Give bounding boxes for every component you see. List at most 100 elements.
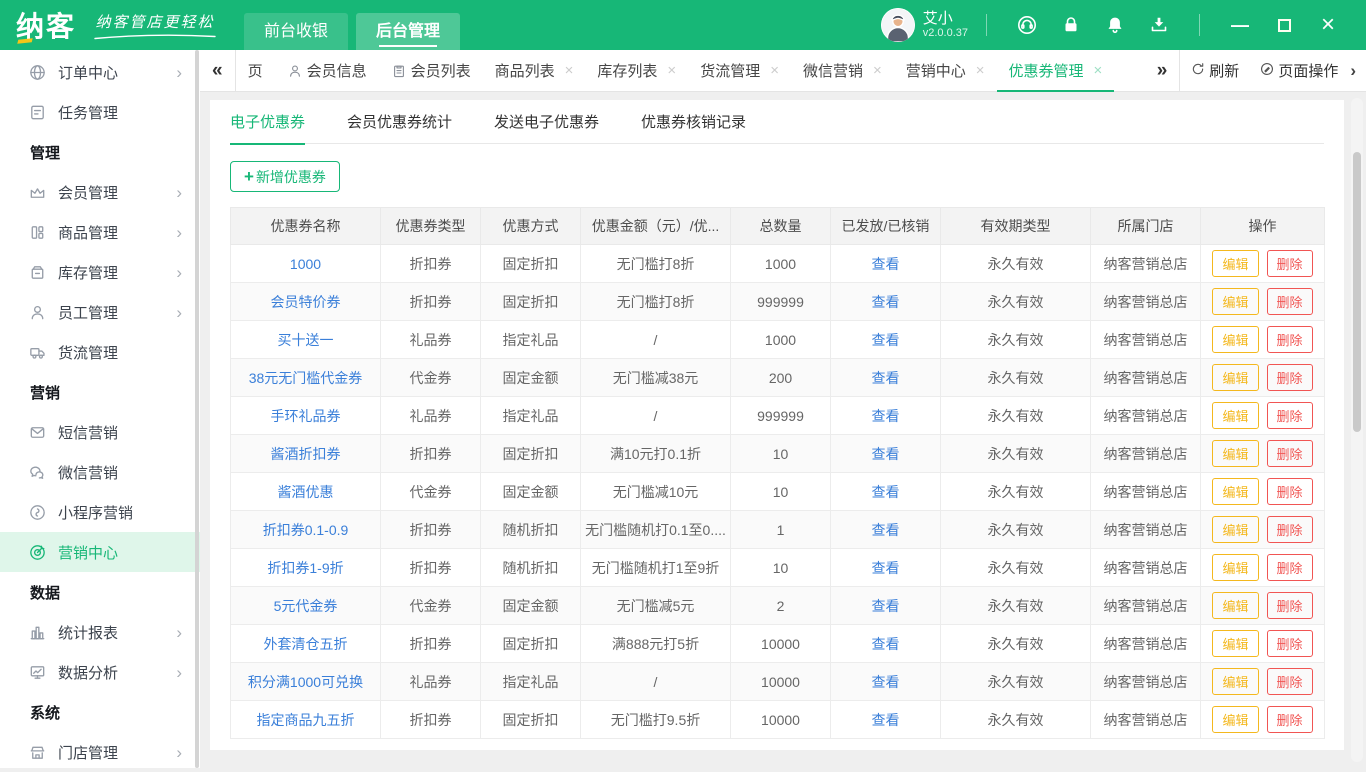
delete-button[interactable]: 删除 xyxy=(1267,250,1313,277)
sidebar-item[interactable]: 营销中心 xyxy=(0,532,200,572)
view-link[interactable]: 查看 xyxy=(872,636,900,652)
page-actions-button[interactable]: 页面操作 xyxy=(1249,60,1348,81)
coupon-name-link[interactable]: 积分满1000可兑换 xyxy=(248,674,363,690)
bell-icon[interactable] xyxy=(1104,14,1126,36)
delete-button[interactable]: 删除 xyxy=(1267,554,1313,581)
scroll-right-button[interactable]: » xyxy=(1145,60,1180,82)
delete-button[interactable]: 删除 xyxy=(1267,326,1313,353)
coupon-name-link[interactable]: 外套清仓五折 xyxy=(264,636,348,652)
sidebar-item[interactable]: 数据分析› xyxy=(0,652,200,692)
close-button[interactable]: × xyxy=(1318,15,1338,35)
scroll-left-button[interactable]: « xyxy=(200,60,235,82)
view-link[interactable]: 查看 xyxy=(872,674,900,690)
coupon-name-link[interactable]: 酱酒优惠 xyxy=(278,484,334,500)
coupon-name-link[interactable]: 指定商品九五折 xyxy=(257,712,355,728)
tab-close-icon[interactable]: × xyxy=(1094,63,1103,78)
download-icon[interactable] xyxy=(1148,14,1170,36)
edit-button[interactable]: 编辑 xyxy=(1212,706,1258,733)
tab-close-icon[interactable]: × xyxy=(873,63,882,78)
support-icon[interactable] xyxy=(1016,14,1038,36)
view-link[interactable]: 查看 xyxy=(872,370,900,386)
view-link[interactable]: 查看 xyxy=(872,256,900,272)
edit-button[interactable]: 编辑 xyxy=(1212,516,1258,543)
nav-cashier-button[interactable]: 前台收银 xyxy=(244,13,348,50)
view-link[interactable]: 查看 xyxy=(872,598,900,614)
sidebar-item[interactable]: 会员管理› xyxy=(0,172,200,212)
maximize-button[interactable] xyxy=(1274,15,1294,35)
coupon-name-link[interactable]: 手环礼品券 xyxy=(271,408,341,424)
window-tab[interactable]: 会员信息 xyxy=(275,50,379,92)
edit-button[interactable]: 编辑 xyxy=(1212,478,1258,505)
delete-button[interactable]: 删除 xyxy=(1267,592,1313,619)
edit-button[interactable]: 编辑 xyxy=(1212,554,1258,581)
coupon-name-link[interactable]: 折扣券0.1-0.9 xyxy=(263,522,349,538)
view-link[interactable]: 查看 xyxy=(872,294,900,310)
window-tab[interactable]: 优惠券管理× xyxy=(997,50,1115,92)
sidebar-item[interactable]: 订单中心› xyxy=(0,52,200,92)
delete-button[interactable]: 删除 xyxy=(1267,706,1313,733)
delete-button[interactable]: 删除 xyxy=(1267,630,1313,657)
view-link[interactable]: 查看 xyxy=(872,332,900,348)
coupon-name-link[interactable]: 折扣券1-9折 xyxy=(267,560,343,576)
window-tab[interactable]: 会员列表 xyxy=(379,50,483,92)
content-tab[interactable]: 会员优惠券统计 xyxy=(347,100,452,144)
view-link[interactable]: 查看 xyxy=(872,522,900,538)
view-link[interactable]: 查看 xyxy=(872,484,900,500)
view-link[interactable]: 查看 xyxy=(872,712,900,728)
content-tab[interactable]: 优惠券核销记录 xyxy=(641,100,746,144)
content-tab[interactable]: 发送电子优惠券 xyxy=(494,100,599,144)
lock-icon[interactable] xyxy=(1060,14,1082,36)
edit-button[interactable]: 编辑 xyxy=(1212,440,1258,467)
sidebar-item[interactable]: 门店管理› xyxy=(0,732,200,772)
coupon-name-link[interactable]: 会员特价券 xyxy=(271,294,341,310)
coupon-name-link[interactable]: 酱酒折扣券 xyxy=(271,446,341,462)
view-link[interactable]: 查看 xyxy=(872,408,900,424)
sidebar-item[interactable]: 货流管理 xyxy=(0,332,200,372)
tab-close-icon[interactable]: × xyxy=(770,63,779,78)
add-coupon-button[interactable]: + 新增优惠券 xyxy=(230,161,340,192)
window-tab[interactable]: 商品列表× xyxy=(483,50,586,92)
sidebar-item[interactable]: 微信营销 xyxy=(0,452,200,492)
tab-close-icon[interactable]: × xyxy=(565,63,574,78)
edit-button[interactable]: 编辑 xyxy=(1212,402,1258,429)
edit-button[interactable]: 编辑 xyxy=(1212,250,1258,277)
edit-button[interactable]: 编辑 xyxy=(1212,592,1258,619)
edit-button[interactable]: 编辑 xyxy=(1212,326,1258,353)
scrollbar-thumb[interactable] xyxy=(1353,152,1361,432)
sidebar-item[interactable]: 任务管理 xyxy=(0,92,200,132)
tab-close-icon[interactable]: × xyxy=(667,63,676,78)
more-actions-chevron[interactable]: › xyxy=(1348,61,1366,81)
sidebar-item[interactable]: 商品管理› xyxy=(0,212,200,252)
refresh-button[interactable]: 刷新 xyxy=(1180,60,1249,81)
sidebar-item[interactable]: 统计报表› xyxy=(0,612,200,652)
delete-button[interactable]: 删除 xyxy=(1267,516,1313,543)
edit-button[interactable]: 编辑 xyxy=(1212,364,1258,391)
delete-button[interactable]: 删除 xyxy=(1267,288,1313,315)
delete-button[interactable]: 删除 xyxy=(1267,478,1313,505)
window-tab[interactable]: 货流管理× xyxy=(688,50,791,92)
tab-close-icon[interactable]: × xyxy=(976,63,985,78)
content-tab[interactable]: 电子优惠券 xyxy=(230,100,305,144)
edit-button[interactable]: 编辑 xyxy=(1212,630,1258,657)
coupon-name-link[interactable]: 5元代金券 xyxy=(274,598,338,614)
window-tab[interactable]: 微信营销× xyxy=(791,50,894,92)
delete-button[interactable]: 删除 xyxy=(1267,668,1313,695)
view-link[interactable]: 查看 xyxy=(872,560,900,576)
coupon-name-link[interactable]: 1000 xyxy=(290,256,321,272)
sidebar-item[interactable]: 小程序营销 xyxy=(0,492,200,532)
sidebar-item[interactable]: 员工管理› xyxy=(0,292,200,332)
user-avatar[interactable] xyxy=(881,8,915,42)
window-tab[interactable]: 库存列表× xyxy=(585,50,688,92)
delete-button[interactable]: 删除 xyxy=(1267,440,1313,467)
coupon-name-link[interactable]: 买十送一 xyxy=(278,332,334,348)
edit-button[interactable]: 编辑 xyxy=(1212,288,1258,315)
minimize-button[interactable]: — xyxy=(1230,15,1250,35)
sidebar-item[interactable]: 库存管理› xyxy=(0,252,200,292)
window-tab[interactable]: 营销中心× xyxy=(894,50,997,92)
edit-button[interactable]: 编辑 xyxy=(1212,668,1258,695)
delete-button[interactable]: 删除 xyxy=(1267,402,1313,429)
coupon-name-link[interactable]: 38元无门槛代金券 xyxy=(249,370,363,386)
sidebar-item[interactable]: 短信营销 xyxy=(0,412,200,452)
nav-admin-button[interactable]: 后台管理 xyxy=(356,13,460,50)
sidebar-scrollbar[interactable] xyxy=(195,50,199,768)
